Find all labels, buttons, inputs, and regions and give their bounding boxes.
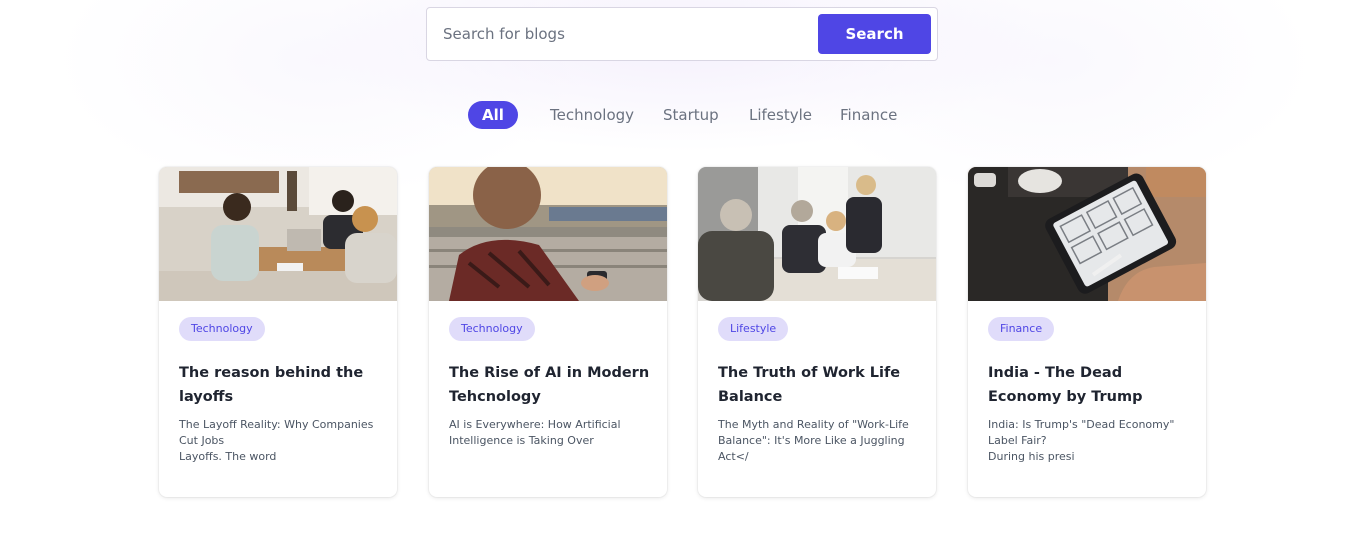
search-bar: Search [426, 7, 938, 61]
category-badge: Technology [179, 317, 265, 341]
tab-all[interactable]: All [468, 101, 518, 129]
blog-cover-image [159, 167, 397, 301]
blog-card[interactable]: Technology The Rise of AI in Modern Tehc… [429, 167, 667, 497]
blog-cover-image [698, 167, 936, 301]
post-excerpt: The Layoff Reality: Why Companies Cut Jo… [179, 418, 374, 463]
category-badge: Finance [988, 317, 1055, 341]
post-title: The Rise of AI in Modern Tehcnology [449, 365, 650, 405]
post-excerpt: The Myth and Reality of "Work-Life Balan… [718, 418, 909, 463]
blog-card[interactable]: Finance India - The Dead Economy by Trum… [968, 167, 1206, 497]
category-badge: Lifestyle [718, 317, 789, 341]
category-badge: Technology [449, 317, 535, 341]
category-tabs: All Technology Startup Lifestyle Finance [0, 101, 1365, 129]
post-title: The reason behind the layoffs [179, 365, 364, 405]
post-excerpt: AI is Everywhere: How Artificial Intelli… [449, 418, 621, 447]
tab-startup[interactable]: Startup [663, 101, 719, 129]
search-input[interactable] [428, 9, 813, 59]
blog-cover-image [429, 167, 667, 301]
blog-card[interactable]: Lifestyle The Truth of Work Life Balance… [698, 167, 936, 497]
search-button[interactable]: Search [818, 14, 931, 54]
tab-lifestyle[interactable]: Lifestyle [749, 101, 812, 129]
post-title: The Truth of Work Life Balance [718, 365, 901, 405]
tab-finance[interactable]: Finance [840, 101, 897, 129]
post-excerpt: India: Is Trump's "Dead Economy" Label F… [988, 418, 1175, 463]
blog-card[interactable]: Technology The reason behind the layoffs… [159, 167, 397, 497]
blog-cover-image [968, 167, 1206, 301]
tab-technology[interactable]: Technology [550, 101, 634, 129]
post-title: India - The Dead Economy by Trump [988, 365, 1143, 405]
